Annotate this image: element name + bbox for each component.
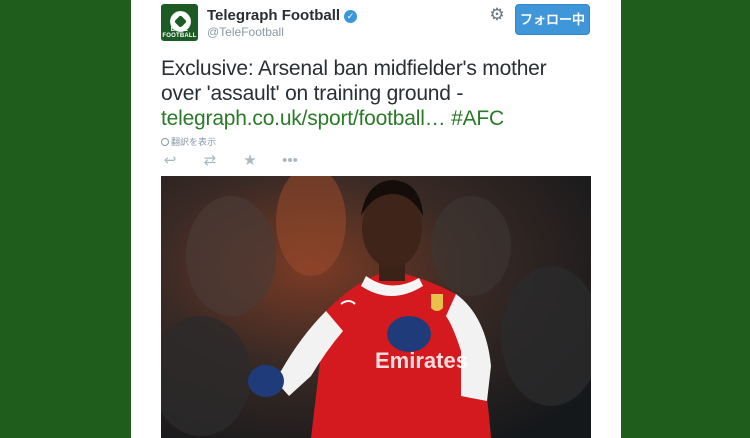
shirt-sponsor-text: Emirates [375, 348, 468, 373]
avatar[interactable]: BASE FOOTBALL [161, 4, 198, 41]
translate-label: 翻訳を表示 [171, 137, 217, 147]
tweet-link[interactable]: telegraph.co.uk/sport/football… [161, 107, 446, 130]
retweet-icon[interactable]: ⇄ [201, 152, 219, 170]
page-background-left [0, 0, 131, 438]
more-icon[interactable]: ••• [281, 152, 299, 170]
gear-icon[interactable]: ⚙ [488, 6, 506, 24]
tweet-photo[interactable]: Emirates [161, 176, 591, 438]
tweet-card: BASE FOOTBALL Telegraph Football ✓ @TeleF… [131, 0, 621, 438]
reply-icon[interactable]: ↩ [161, 152, 179, 170]
player-photo-image: Emirates [161, 176, 591, 438]
account-name[interactable]: Telegraph Football [207, 7, 340, 24]
verified-badge-icon: ✓ [344, 10, 358, 23]
tweet-text: Exclusive: Arsenal ban midfielder's moth… [161, 56, 601, 131]
tweet-text-line2: over 'assault' on training ground - [161, 82, 464, 105]
account-name-row[interactable]: Telegraph Football ✓ [207, 7, 358, 24]
star-icon[interactable]: ★ [241, 152, 259, 170]
avatar-label: BASE FOOTBALL [162, 27, 197, 39]
page-background-right [621, 0, 750, 438]
translate-link[interactable]: 翻訳を表示 [161, 135, 216, 148]
tweet-text-line1: Exclusive: Arsenal ban midfielder's moth… [161, 57, 547, 80]
globe-icon [161, 138, 169, 146]
hashtag-link[interactable]: #AFC [451, 107, 504, 130]
following-button[interactable]: フォロー中 [515, 4, 590, 35]
account-handle[interactable]: @TeleFootball [207, 25, 284, 39]
